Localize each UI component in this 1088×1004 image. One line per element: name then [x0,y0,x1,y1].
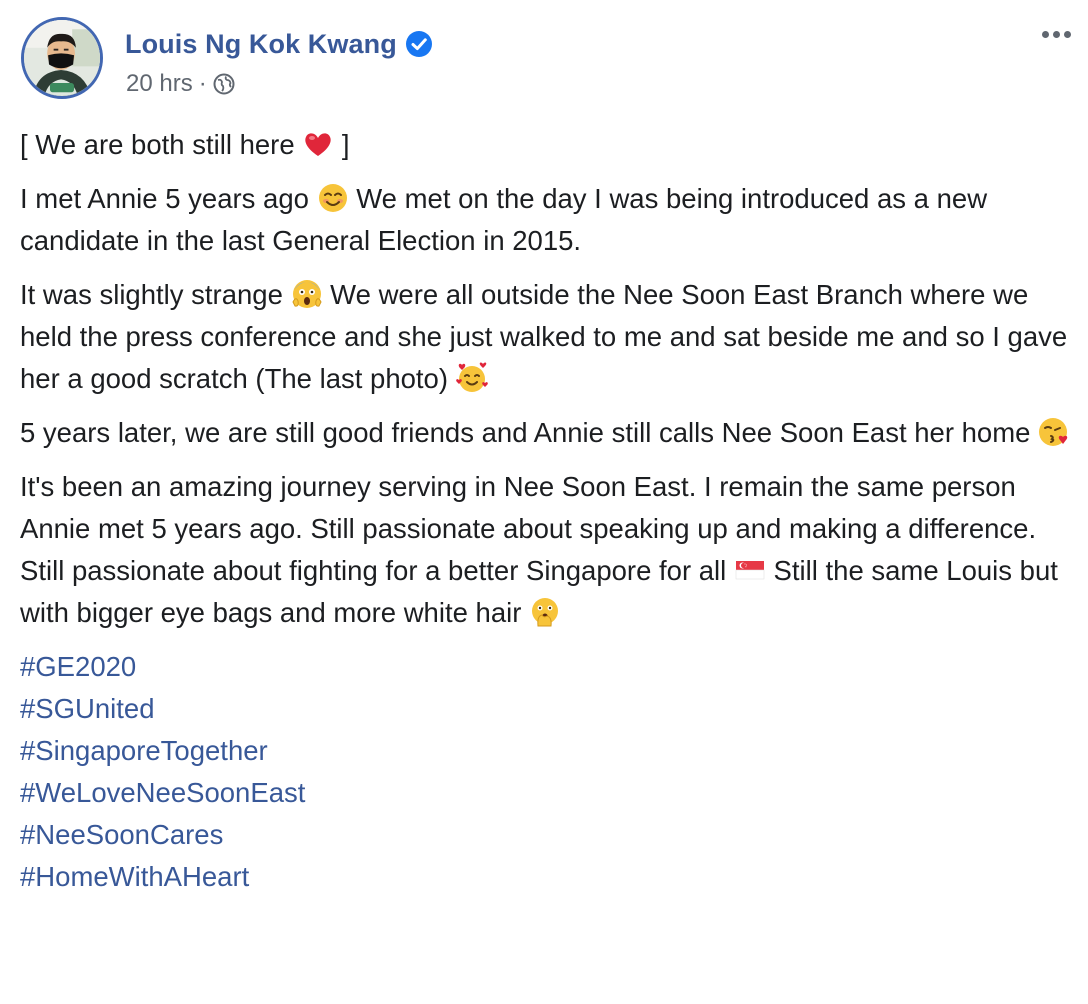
hashtag-link[interactable]: #NeeSoonCares [20,814,1075,856]
post-meta: 20 hrs · [126,68,235,100]
smiling-face-with-hearts-icon [455,362,488,394]
paragraph-text: It was slightly strange [20,279,291,310]
verified-badge-icon [405,30,433,58]
more-options-icon[interactable] [1036,22,1076,46]
smiling-face-icon [317,182,349,214]
hashtag-link[interactable]: #HomeWithAHeart [20,856,1075,898]
paragraph-2: I met Annie 5 years ago We met on the da… [20,178,1075,262]
facebook-post: Louis Ng Kok Kwang 20 hrs · [ We are bot… [0,0,1088,1004]
paragraph-5: It's been an amazing journey serving in … [20,466,1075,634]
hashtag-list: #GE2020 #SGUnited #SingaporeTogether #We… [20,646,1075,898]
globe-icon[interactable] [213,73,235,95]
face-blowing-kiss-icon [1038,416,1070,448]
paragraph-text: I met Annie 5 years ago [20,183,317,214]
meta-separator: · [198,70,207,97]
post-body: [ We are both still here ] I met Annie 5… [20,124,1075,898]
post-timestamp[interactable]: 20 hrs [126,70,193,98]
author-line: Louis Ng Kok Kwang [125,22,433,66]
face-with-hand-over-mouth-icon [529,596,561,628]
red-heart-icon [302,128,334,160]
author-name[interactable]: Louis Ng Kok Kwang [125,29,397,60]
hashtag-link[interactable]: #SingaporeTogether [20,730,1075,772]
paragraph-text: [ We are both still here [20,129,303,160]
screaming-face-icon [291,278,323,310]
hashtag-link[interactable]: #SGUnited [20,688,1075,730]
singapore-flag-icon [734,554,766,586]
paragraph-3: It was slightly strange We were all outs… [20,274,1075,400]
author-avatar[interactable] [21,17,103,99]
hashtag-link[interactable]: #WeLoveNeeSoonEast [20,772,1075,814]
paragraph-text: 5 years later, we are still good friends… [20,417,1039,448]
hashtag-link[interactable]: #GE2020 [20,646,1075,688]
paragraph-1: [ We are both still here ] [20,124,1075,166]
paragraph-text: ] [334,129,350,160]
paragraph-4: 5 years later, we are still good friends… [20,412,1075,454]
